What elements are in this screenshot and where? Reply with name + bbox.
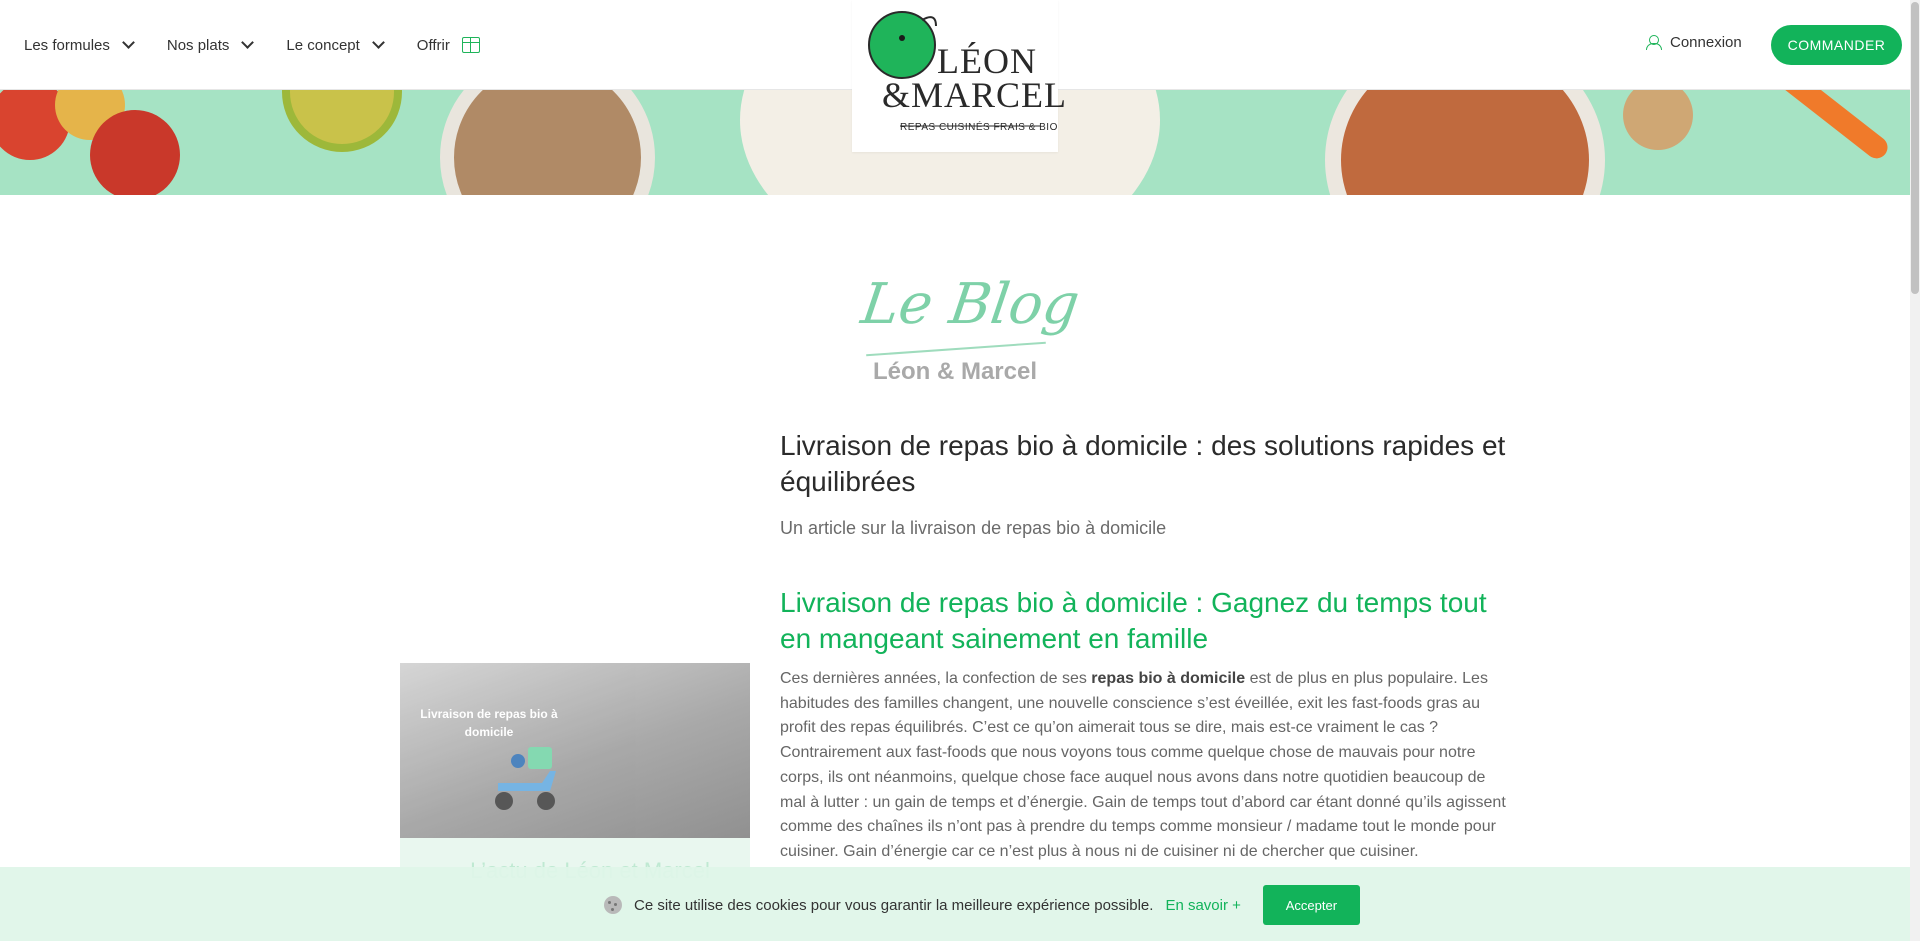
main-nav: Les formules Nos plats Le concept Offrir: [24, 0, 480, 90]
nav-offrir[interactable]: Offrir: [417, 37, 480, 54]
delivery-scooter-icon: [495, 747, 556, 810]
blog-script-title: Le Blog: [857, 272, 1084, 337]
article: Livraison de repas bio à domicile : des …: [780, 428, 1515, 865]
thumbnail-label: Livraison de repas bio à domicile: [420, 707, 558, 739]
article-body: Ces dernières années, la confection de s…: [780, 667, 1515, 865]
order-button[interactable]: COMMANDER: [1771, 25, 1902, 65]
nav-formules[interactable]: Les formules: [24, 36, 135, 54]
tomato-image: [90, 110, 180, 195]
body-rest: est de plus en plus populaire. Les habit…: [780, 670, 1506, 860]
spoon-image: [1623, 90, 1693, 150]
login-link[interactable]: Connexion: [1646, 34, 1742, 51]
plate-image: [440, 90, 655, 195]
article-subtitle: Un article sur la livraison de repas bio…: [780, 518, 1167, 538]
article-title: Livraison de repas bio à domicile : des …: [780, 430, 1506, 497]
nav-concept-label: Le concept: [286, 36, 360, 54]
nav-offrir-label: Offrir: [416, 36, 450, 54]
nav-plats-label: Nos plats: [166, 36, 230, 54]
body-bold: repas bio à domicile: [1091, 670, 1246, 687]
blog-subtitle: Léon & Marcel: [872, 358, 1038, 385]
cookie-content: Ce site utilise des cookies pour vous ga…: [604, 885, 1360, 925]
logo-marcel: &MARCEL: [882, 75, 1068, 115]
nav-formules-label: Les formules: [24, 36, 110, 54]
cookie-icon: [604, 896, 622, 914]
site-logo[interactable]: LÉON &MARCEL REPAS CUISINÉS FRAIS & BIO: [852, 0, 1066, 152]
carrot-image: [1768, 90, 1892, 163]
scrollbar-thumb[interactable]: [1911, 2, 1919, 294]
page-scrollbar[interactable]: [1910, 0, 1920, 941]
user-icon: [1646, 35, 1662, 50]
cookie-learn-more-link[interactable]: En savoir +: [1165, 897, 1240, 914]
chevron-down-icon: [241, 36, 255, 49]
cookie-banner: Ce site utilise des cookies pour vous ga…: [0, 867, 1910, 941]
nav-plats[interactable]: Nos plats: [166, 36, 255, 54]
chevron-down-icon: [371, 36, 385, 49]
cookie-accept-button[interactable]: Accepter: [1262, 885, 1360, 925]
article-heading: Livraison de repas bio à domicile : Gagn…: [780, 587, 1487, 654]
zucchini-bowl-image: [282, 90, 402, 152]
body-start: Ces dernières années, la confection de s…: [780, 670, 1092, 687]
cookie-text: Ce site utilise des cookies pour vous ga…: [634, 896, 1154, 914]
plate-image: [1325, 90, 1605, 195]
article-thumbnail: Livraison de repas bio à domicile: [400, 663, 750, 838]
gift-icon: [461, 37, 480, 53]
login-label: Connexion: [1670, 34, 1742, 51]
nav-concept[interactable]: Le concept: [286, 36, 385, 54]
chevron-down-icon: [122, 36, 135, 49]
blog-underline: [866, 341, 1046, 357]
logo-tagline: REPAS CUISINÉS FRAIS & BIO: [900, 122, 1058, 133]
